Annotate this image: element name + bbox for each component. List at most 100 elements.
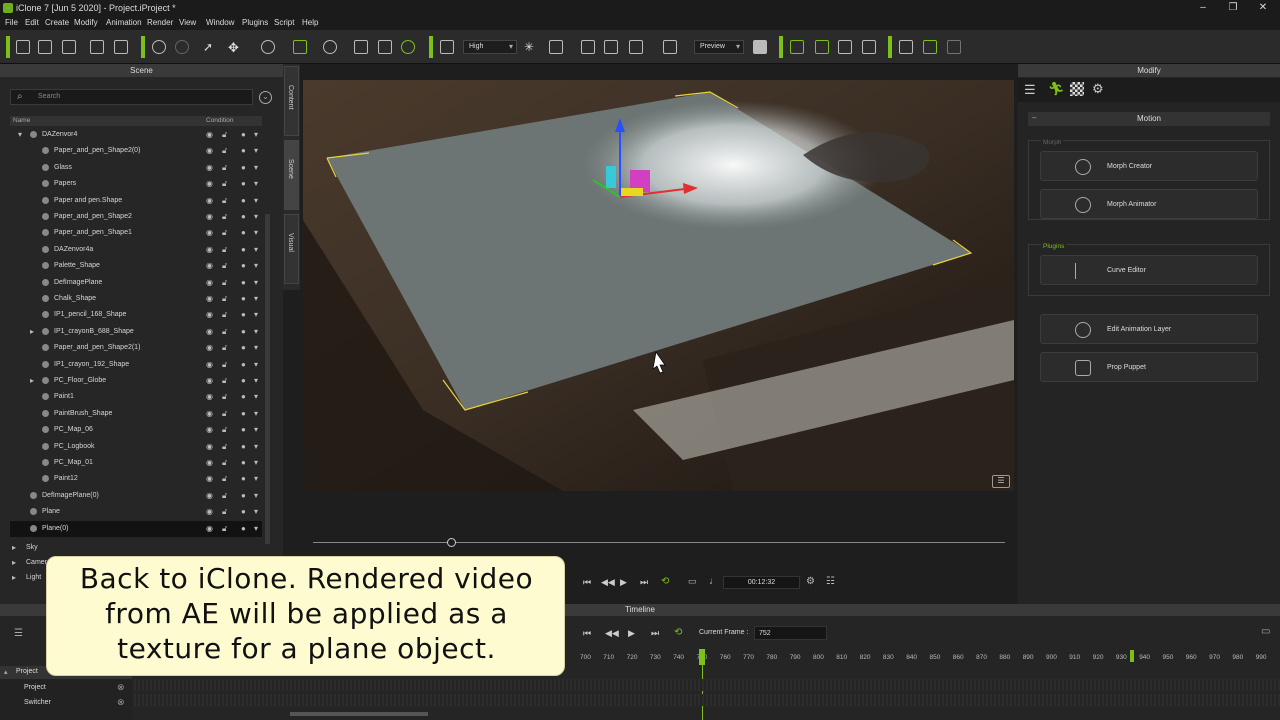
menu-script[interactable]: Script bbox=[274, 18, 294, 27]
scene-tree-item[interactable]: DefImagePlane ◉ 🔓︎ ● ▾ bbox=[10, 275, 262, 291]
lock-icon[interactable]: 🔓︎ bbox=[222, 491, 227, 501]
select-arrow-icon[interactable]: ➚ bbox=[203, 40, 217, 54]
item-menu-icon[interactable]: ▾ bbox=[254, 409, 258, 418]
lock-icon[interactable]: 🔓︎ bbox=[222, 360, 227, 370]
loop-icon[interactable]: ⟲ bbox=[661, 576, 669, 587]
menu-window[interactable]: Window bbox=[206, 18, 234, 27]
item-menu-icon[interactable]: ▾ bbox=[254, 343, 258, 352]
visibility-eye-icon[interactable]: ◉ bbox=[206, 392, 213, 401]
timeline-scrollbar[interactable] bbox=[290, 712, 428, 716]
shading-icon[interactable]: ● bbox=[241, 425, 246, 434]
physics-tab-icon[interactable]: ⚙ bbox=[1092, 81, 1104, 97]
lock-icon[interactable]: 🔓︎ bbox=[222, 524, 227, 534]
visibility-eye-icon[interactable]: ◉ bbox=[206, 474, 213, 483]
scene-tree-item[interactable]: PC_Map_06 ◉ 🔓︎ ● ▾ bbox=[10, 422, 262, 438]
rotate-icon[interactable] bbox=[261, 40, 275, 54]
time-display[interactable]: 00:12:32 bbox=[723, 576, 800, 589]
scene-tree-item[interactable]: Glass ◉ 🔓︎ ● ▾ bbox=[10, 160, 262, 176]
filter-icon[interactable]: ⌄ bbox=[259, 91, 272, 104]
item-menu-icon[interactable]: ▾ bbox=[254, 294, 258, 303]
menu-render[interactable]: Render bbox=[147, 18, 173, 27]
shading-icon[interactable]: ● bbox=[241, 196, 246, 205]
item-menu-icon[interactable]: ▾ bbox=[254, 163, 258, 172]
lock-icon[interactable]: 🔓︎ bbox=[222, 294, 227, 304]
merge-icon[interactable] bbox=[90, 40, 104, 54]
lock-icon[interactable]: 🔓︎ bbox=[222, 409, 227, 419]
shading-icon[interactable]: ● bbox=[241, 130, 246, 139]
shading-icon[interactable]: ● bbox=[241, 179, 246, 188]
new-file-icon[interactable] bbox=[16, 40, 30, 54]
lock-icon[interactable]: 🔓︎ bbox=[222, 474, 227, 484]
shading-icon[interactable]: ● bbox=[241, 343, 246, 352]
undo-icon[interactable] bbox=[152, 40, 166, 54]
scale-icon[interactable] bbox=[293, 40, 307, 54]
menu-plugins[interactable]: Plugins bbox=[242, 18, 268, 27]
shading-icon[interactable]: ● bbox=[241, 245, 246, 254]
visibility-eye-icon[interactable]: ◉ bbox=[206, 163, 213, 172]
go-to-start-icon[interactable]: ⏮ bbox=[583, 577, 591, 588]
lock-icon[interactable]: 🔓︎ bbox=[222, 310, 227, 320]
lock-icon[interactable]: 🔓︎ bbox=[222, 327, 227, 337]
clipboard-icon[interactable] bbox=[838, 40, 852, 54]
move-icon[interactable]: ✥ bbox=[228, 40, 242, 55]
restore-icon[interactable]: ❐ bbox=[1226, 2, 1240, 14]
visibility-eye-icon[interactable]: ◉ bbox=[206, 196, 213, 205]
expression-icon[interactable] bbox=[899, 40, 913, 54]
shading-icon[interactable]: ● bbox=[241, 261, 246, 270]
lock-icon[interactable]: 🔓︎ bbox=[222, 163, 227, 173]
item-menu-icon[interactable]: ▾ bbox=[254, 310, 258, 319]
visibility-eye-icon[interactable]: ◉ bbox=[206, 491, 213, 500]
item-menu-icon[interactable]: ▾ bbox=[254, 245, 258, 254]
shading-icon[interactable]: ● bbox=[241, 278, 246, 287]
lock-icon[interactable]: 🔓︎ bbox=[222, 425, 227, 435]
motion-tab-icon[interactable]: 🏃︎ bbox=[1048, 81, 1065, 97]
menu-animation[interactable]: Animation bbox=[106, 18, 142, 27]
scene-scrollbar[interactable] bbox=[265, 214, 270, 544]
item-menu-icon[interactable]: ▾ bbox=[254, 507, 258, 516]
item-menu-icon[interactable]: ▾ bbox=[254, 278, 258, 287]
item-menu-icon[interactable]: ▾ bbox=[254, 474, 258, 483]
item-menu-icon[interactable]: ▾ bbox=[254, 425, 258, 434]
link-icon[interactable] bbox=[862, 40, 876, 54]
visibility-eye-icon[interactable]: ◉ bbox=[206, 507, 213, 516]
scene-tree-item[interactable]: ▸ PC_Floor_Globe ◉ 🔓︎ ● ▾ bbox=[10, 373, 262, 389]
item-menu-icon[interactable]: ▾ bbox=[254, 327, 258, 336]
item-menu-icon[interactable]: ▾ bbox=[254, 130, 258, 139]
scene-root-item[interactable]: ▸ Sky bbox=[10, 540, 262, 556]
flag-icon[interactable] bbox=[815, 40, 829, 54]
shading-icon[interactable]: ● bbox=[241, 310, 246, 319]
tab-content[interactable]: Content bbox=[284, 66, 299, 136]
lock-icon[interactable]: 🔓︎ bbox=[222, 376, 227, 386]
visibility-eye-icon[interactable]: ◉ bbox=[206, 442, 213, 451]
add-icon[interactable] bbox=[604, 40, 618, 54]
reach-target-icon[interactable] bbox=[790, 40, 804, 54]
attribute-tab-icon[interactable]: ☰ bbox=[1024, 82, 1036, 98]
visibility-eye-icon[interactable]: ◉ bbox=[206, 278, 213, 287]
visibility-eye-icon[interactable]: ◉ bbox=[206, 343, 213, 352]
shading-icon[interactable]: ● bbox=[241, 360, 246, 369]
visibility-eye-icon[interactable]: ◉ bbox=[206, 179, 213, 188]
visibility-eye-icon[interactable]: ◉ bbox=[206, 261, 213, 270]
material-tab-icon[interactable] bbox=[1070, 82, 1084, 96]
light-icon[interactable]: ✳ bbox=[524, 40, 538, 54]
shading-icon[interactable]: ● bbox=[241, 212, 246, 221]
menu-create[interactable]: Create bbox=[45, 18, 69, 27]
lock-icon[interactable]: 🔓︎ bbox=[222, 392, 227, 402]
shading-icon[interactable]: ● bbox=[241, 474, 246, 483]
lock-icon[interactable]: 🔓︎ bbox=[222, 130, 227, 140]
menu-view[interactable]: View bbox=[179, 18, 196, 27]
music-note-icon[interactable]: ♩ bbox=[709, 576, 719, 587]
shading-icon[interactable]: ● bbox=[241, 376, 246, 385]
shading-icon[interactable]: ● bbox=[241, 458, 246, 467]
range-end-marker[interactable] bbox=[1130, 650, 1134, 662]
lock-icon[interactable]: 🔓︎ bbox=[222, 146, 227, 156]
scene-tree-item[interactable]: DAZenvor4a ◉ 🔓︎ ● ▾ bbox=[10, 242, 262, 258]
pivot-icon[interactable] bbox=[629, 40, 643, 54]
lock-icon[interactable]: 🔓︎ bbox=[222, 458, 227, 468]
edit-animation-layer-button[interactable]: Edit Animation Layer bbox=[1040, 314, 1258, 344]
shading-icon[interactable]: ● bbox=[241, 507, 246, 516]
item-menu-icon[interactable]: ▾ bbox=[254, 179, 258, 188]
render-mode-dropdown[interactable]: Preview bbox=[694, 40, 744, 54]
track-lane-switcher[interactable] bbox=[134, 694, 1280, 706]
open-folder-icon[interactable] bbox=[38, 40, 52, 54]
